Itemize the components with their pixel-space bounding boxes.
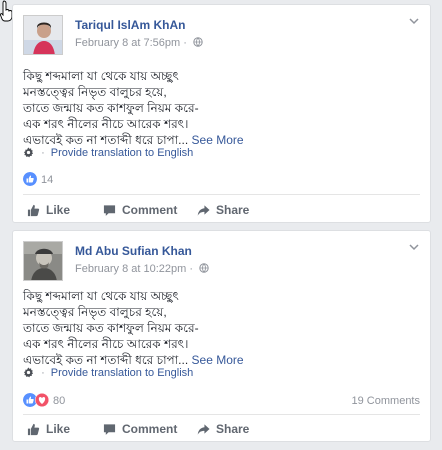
love-reaction-icon[interactable] [35, 393, 49, 407]
gear-icon[interactable] [23, 367, 34, 378]
gear-icon[interactable] [23, 147, 34, 158]
chevron-down-icon[interactable] [408, 15, 420, 27]
timestamp-text[interactable]: February 8 at 10:22pm [75, 263, 186, 275]
author-name[interactable]: Md Abu Sufian Khan [75, 244, 192, 258]
post-text-line: তাতে জন্মায় কত কাশফুল নিয়ম করে- [23, 321, 199, 335]
post-text-line: মনস্তত্ত্বের নিভৃত বালুচর হয়ে, [23, 85, 167, 99]
dot-separator: · [183, 37, 187, 49]
share-icon [197, 204, 210, 216]
post-text-line: কিছু শব্দমালা যা থেকে যায় অচ্ছুৎ [23, 69, 179, 83]
globe-icon [193, 37, 203, 47]
thumbs-up-icon [27, 204, 40, 216]
comment-icon [103, 204, 116, 216]
post-text-line: কিছু শব্দমালা যা থেকে যায় অচ্ছুৎ [23, 289, 179, 303]
post-timestamp: February 8 at 10:22pm · [75, 263, 209, 275]
comment-button[interactable]: Comment [103, 197, 177, 223]
reaction-count[interactable]: 14 [41, 174, 53, 186]
post-header: Md Abu Sufian Khan February 8 at 10:22pm… [23, 241, 420, 281]
post-text: কিছু শব্দমালা যা থেকে যায় অচ্ছুৎ মনস্তত… [23, 68, 420, 148]
avatar[interactable] [23, 241, 63, 281]
like-label: Like [46, 422, 71, 436]
translate-row: · Provide translation to English [23, 367, 193, 379]
reaction-count[interactable]: 80 [53, 395, 65, 407]
post-actions: Like Comment Share [23, 197, 420, 223]
translate-link[interactable]: Provide translation to English [51, 367, 193, 379]
dot-separator: · [41, 367, 45, 379]
see-more-link[interactable]: See More [192, 133, 244, 147]
chevron-down-icon[interactable] [408, 241, 420, 253]
author-name[interactable]: Tariqul IslAm KhAn [75, 18, 185, 32]
post-timestamp: February 8 at 7:56pm · [75, 37, 203, 49]
share-button[interactable]: Share [197, 197, 249, 223]
dot-separator: · [189, 263, 194, 275]
share-button[interactable]: Share [197, 416, 249, 442]
comment-button[interactable]: Comment [103, 416, 177, 442]
divider [23, 414, 420, 415]
comment-label: Comment [122, 422, 178, 436]
post-text: কিছু শব্দমালা যা থেকে যায় অচ্ছুৎ মনস্তত… [23, 288, 420, 368]
post-text-line: মনস্তত্ত্বের নিভৃত বালুচর হয়ে, [23, 305, 167, 319]
comment-icon [103, 423, 116, 435]
share-label: Share [216, 203, 250, 217]
post-text-line: এক শরৎ নীলের নীচে আরেক শরৎ। [23, 337, 189, 351]
translate-link[interactable]: Provide translation to English [51, 147, 193, 159]
reactions-bar: 80 19 Comments [23, 393, 420, 411]
like-button[interactable]: Like [27, 197, 70, 223]
globe-icon [199, 263, 209, 273]
translate-row: · Provide translation to English [23, 147, 193, 159]
comments-count-link[interactable]: 19 Comments [352, 395, 420, 407]
share-label: Share [216, 422, 250, 436]
post-text-line: তাতে জন্মায় কত কাশফুল নিয়ম করে- [23, 101, 199, 115]
comment-label: Comment [122, 203, 178, 217]
post-actions: Like Comment Share [23, 416, 420, 442]
post-text-last-line: এভাবেই কত না শতাব্দী ধরে চাপা... See Mor… [23, 352, 420, 368]
divider [23, 194, 420, 195]
share-icon [197, 423, 210, 435]
like-label: Like [46, 203, 71, 217]
dot-separator: · [41, 147, 45, 159]
post-card: Tariqul IslAm KhAn February 8 at 7:56pm … [12, 4, 431, 223]
like-button[interactable]: Like [27, 416, 70, 442]
post-card: Md Abu Sufian Khan February 8 at 10:22pm… [12, 230, 431, 442]
post-text-line: এভাবেই কত না শতাব্দী ধরে চাপা... [23, 133, 189, 147]
see-more-link[interactable]: See More [192, 353, 244, 367]
timestamp-text[interactable]: February 8 at 7:56pm [75, 37, 180, 49]
post-text-line: এক শরৎ নীলের নীচে আরেক শরৎ। [23, 117, 189, 131]
post-header: Tariqul IslAm KhAn February 8 at 7:56pm … [23, 15, 420, 55]
post-text-last-line: এভাবেই কত না শতাব্দী ধরে চাপা... See Mor… [23, 132, 420, 148]
thumbs-up-icon [27, 423, 40, 435]
avatar[interactable] [23, 15, 63, 55]
like-reaction-icon[interactable] [23, 172, 37, 186]
post-text-line: এভাবেই কত না শতাব্দী ধরে চাপা... [23, 353, 189, 367]
reactions-bar: 14 [23, 172, 420, 190]
